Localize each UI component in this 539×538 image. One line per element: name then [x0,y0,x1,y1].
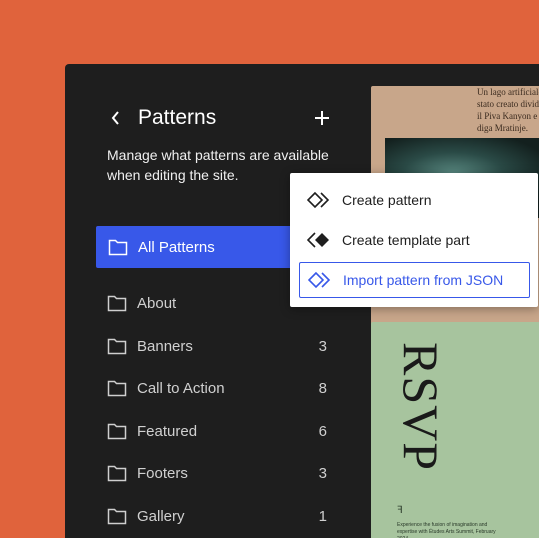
menu-item-create-template-part[interactable]: Create template part [299,222,530,258]
sidebar-item-label: Gallery [137,507,185,525]
menu-item-create-pattern[interactable]: Create pattern [299,182,530,218]
sidebar-item-label: Banners [137,337,193,355]
menu-item-label: Import pattern from JSON [343,272,504,288]
sidebar-item-footers[interactable]: Footers 3 [107,461,327,485]
chevron-left-icon [111,111,119,125]
preview-heading: RSVP [393,342,449,472]
folder-icon [107,380,127,397]
sidebar-item-label: Featured [137,422,198,440]
folder-icon [108,239,128,256]
sidebar-item-label: Call to Action [137,379,225,397]
preview-text: Experience the fusion of imagination and… [397,522,496,538]
back-button[interactable] [105,107,127,129]
sidebar-item-call-to-action[interactable]: Call to Action 8 [107,376,327,400]
menu-item-label: Create pattern [342,192,432,208]
pattern-outline-icon [307,190,333,210]
menu-item-import-pattern-from-json[interactable]: Import pattern from JSON [299,262,530,298]
add-pattern-dropdown-menu: Create pattern Create template part Impo… [290,173,538,307]
menu-item-label: Create template part [342,232,470,248]
sidebar-item-count: 1 [318,507,327,525]
sidebar-item-count: 3 [318,464,327,482]
page-title: Patterns [138,106,217,129]
sidebar-item-gallery[interactable]: Gallery 1 [107,504,327,528]
folder-icon [107,423,127,440]
folder-icon [107,508,127,525]
preview-text: Un lago artificiale è stato creato divid… [477,87,539,133]
sidebar-item-count: 6 [318,422,327,440]
sidebar-item-count: 3 [318,337,327,355]
import-pattern-icon [308,270,334,290]
folder-icon [107,338,127,355]
sidebar-item-featured[interactable]: Featured 6 [107,419,327,443]
add-pattern-button[interactable] [310,106,334,130]
preview-logo: ꟻ [397,505,403,516]
template-part-filled-icon [307,230,333,250]
pattern-preview-card-rsvp[interactable]: RSVP ꟻ Experience the fusion of imaginat… [371,322,539,538]
folder-icon [107,465,127,482]
sidebar-item-count: 8 [318,379,327,397]
sidebar-item-label: Footers [137,464,188,482]
folder-icon [107,295,127,312]
sidebar-item-banners[interactable]: Banners 3 [107,334,327,358]
plus-icon [315,111,329,125]
sidebar-item-label: About [137,294,177,312]
sidebar-item-label: All Patterns [138,238,215,256]
